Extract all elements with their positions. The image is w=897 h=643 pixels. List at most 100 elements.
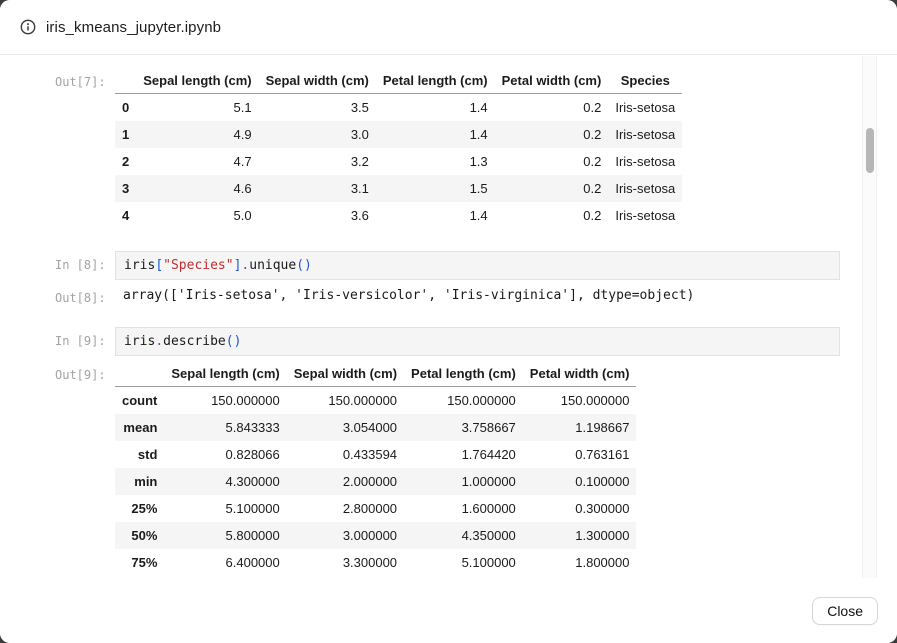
table-row: mean5.8433333.0540003.7586671.198667 [115, 414, 636, 441]
vertical-scrollbar-thumb[interactable] [866, 128, 874, 173]
row-index: count [115, 387, 164, 415]
table-cell: 1.000000 [404, 468, 523, 495]
table-cell: 3.0 [259, 121, 376, 148]
in-prompt-9: In [9]: [55, 327, 115, 348]
dialog-title: iris_kmeans_jupyter.ipynb [46, 19, 221, 36]
code-token-bracket: [ [155, 258, 163, 273]
table-row: std0.8280660.4335941.7644200.763161 [115, 441, 636, 468]
table-cell: 2.800000 [287, 495, 404, 522]
out-prompt-7: Out[7]: [55, 68, 115, 89]
table-cell: 0.2 [495, 121, 609, 148]
table-row: 25%5.1000002.8000001.6000000.300000 [115, 495, 636, 522]
table-cell: 150.000000 [164, 387, 286, 415]
table-cell: 1.198667 [523, 414, 637, 441]
code-token-plain: iris [124, 334, 155, 349]
column-header: Petal length (cm) [404, 361, 523, 387]
array-output-text: array(['Iris-setosa', 'Iris-versicolor',… [115, 284, 702, 307]
in-prompt-8: In [8]: [55, 251, 115, 272]
table-cell: 150.000000 [523, 387, 637, 415]
dialog-header: iris_kmeans_jupyter.ipynb [0, 0, 897, 55]
table-cell: Iris-setosa [608, 148, 682, 175]
table-cell: 3.6 [259, 202, 376, 229]
table-cell: 3.2 [259, 148, 376, 175]
table-cell: 0.2 [495, 175, 609, 202]
index-column-header [115, 361, 164, 387]
table-cell: 3.054000 [287, 414, 404, 441]
table-row: 75%6.4000003.3000005.1000001.800000 [115, 549, 636, 576]
table-cell: 150.000000 [287, 387, 404, 415]
code-token-bracket: ) [304, 258, 312, 273]
code-token-operator: . [155, 334, 163, 349]
table-cell: 0.828066 [164, 441, 286, 468]
table-cell: 4.350000 [404, 522, 523, 549]
table-cell: 5.0 [136, 202, 258, 229]
vertical-scrollbar-track[interactable] [862, 56, 877, 578]
dataframe-describe-table: Sepal length (cm)Sepal width (cm)Petal l… [115, 361, 636, 576]
column-header: Petal width (cm) [495, 68, 609, 94]
row-index: std [115, 441, 164, 468]
table-cell: 1.800000 [523, 549, 637, 576]
dialog-footer: Close [0, 579, 897, 643]
table-cell: Iris-setosa [608, 121, 682, 148]
row-index: 3 [115, 175, 136, 202]
output-cell-8: Out[8]: array(['Iris-setosa', 'Iris-vers… [55, 284, 897, 307]
row-index: 2 [115, 148, 136, 175]
table-cell: 4.6 [136, 175, 258, 202]
table-row: 45.03.61.40.2Iris-setosa [115, 202, 682, 229]
output-cell-7: Out[7]: Sepal length (cm)Sepal width (cm… [55, 68, 897, 229]
table-cell: 150.000000 [404, 387, 523, 415]
code-input-8: iris["Species"].unique() [115, 251, 840, 280]
output-cell-9: Out[9]: Sepal length (cm)Sepal width (cm… [55, 361, 897, 576]
code-token-string: "Species" [163, 258, 233, 273]
table-cell: 2.000000 [287, 468, 404, 495]
table-cell: 4.300000 [164, 468, 286, 495]
column-header: Petal length (cm) [376, 68, 495, 94]
table-cell: 0.2 [495, 94, 609, 122]
code-input-9: iris.describe() [115, 327, 840, 356]
table-cell: 1.4 [376, 202, 495, 229]
code-token-bracket: ( [226, 334, 234, 349]
out-prompt-9: Out[9]: [55, 361, 115, 382]
table-row: 34.63.11.50.2Iris-setosa [115, 175, 682, 202]
row-index: 0 [115, 94, 136, 122]
info-icon [20, 19, 36, 35]
code-cell-9: In [9]: iris.describe() [55, 327, 897, 356]
column-header: Sepal width (cm) [259, 68, 376, 94]
table-cell: 1.600000 [404, 495, 523, 522]
column-header: Sepal width (cm) [287, 361, 404, 387]
table-cell: 5.800000 [164, 522, 286, 549]
table-cell: 5.100000 [404, 549, 523, 576]
code-token-plain: unique [249, 258, 296, 273]
column-header: Sepal length (cm) [136, 68, 258, 94]
close-button[interactable]: Close [812, 597, 878, 625]
index-column-header [115, 68, 136, 94]
table-cell: 4.7 [136, 148, 258, 175]
table-cell: 1.4 [376, 94, 495, 122]
row-index: min [115, 468, 164, 495]
table-cell: 1.5 [376, 175, 495, 202]
row-index: 25% [115, 495, 164, 522]
code-token-bracket: ( [296, 258, 304, 273]
table-cell: Iris-setosa [608, 175, 682, 202]
dataframe-head-table: Sepal length (cm)Sepal width (cm)Petal l… [115, 68, 682, 229]
table-cell: 5.100000 [164, 495, 286, 522]
table-cell: 0.300000 [523, 495, 637, 522]
row-index: mean [115, 414, 164, 441]
table-cell: 4.9 [136, 121, 258, 148]
table-cell: 1.300000 [523, 522, 637, 549]
table-row: min4.3000002.0000001.0000000.100000 [115, 468, 636, 495]
table-cell: 1.3 [376, 148, 495, 175]
row-index: 75% [115, 549, 164, 576]
notebook-preview-dialog: iris_kmeans_jupyter.ipynb Out[7]: Sepal … [0, 0, 897, 643]
code-cell-8: In [8]: iris["Species"].unique() [55, 251, 897, 280]
row-index: 1 [115, 121, 136, 148]
table-cell: 5.1 [136, 94, 258, 122]
notebook-content: Out[7]: Sepal length (cm)Sepal width (cm… [0, 56, 897, 578]
code-token-plain: iris [124, 258, 155, 273]
table-cell: 3.000000 [287, 522, 404, 549]
column-header: Petal width (cm) [523, 361, 637, 387]
table-cell: 3.758667 [404, 414, 523, 441]
table-cell: 3.1 [259, 175, 376, 202]
table-row: 24.73.21.30.2Iris-setosa [115, 148, 682, 175]
table-cell: 5.843333 [164, 414, 286, 441]
